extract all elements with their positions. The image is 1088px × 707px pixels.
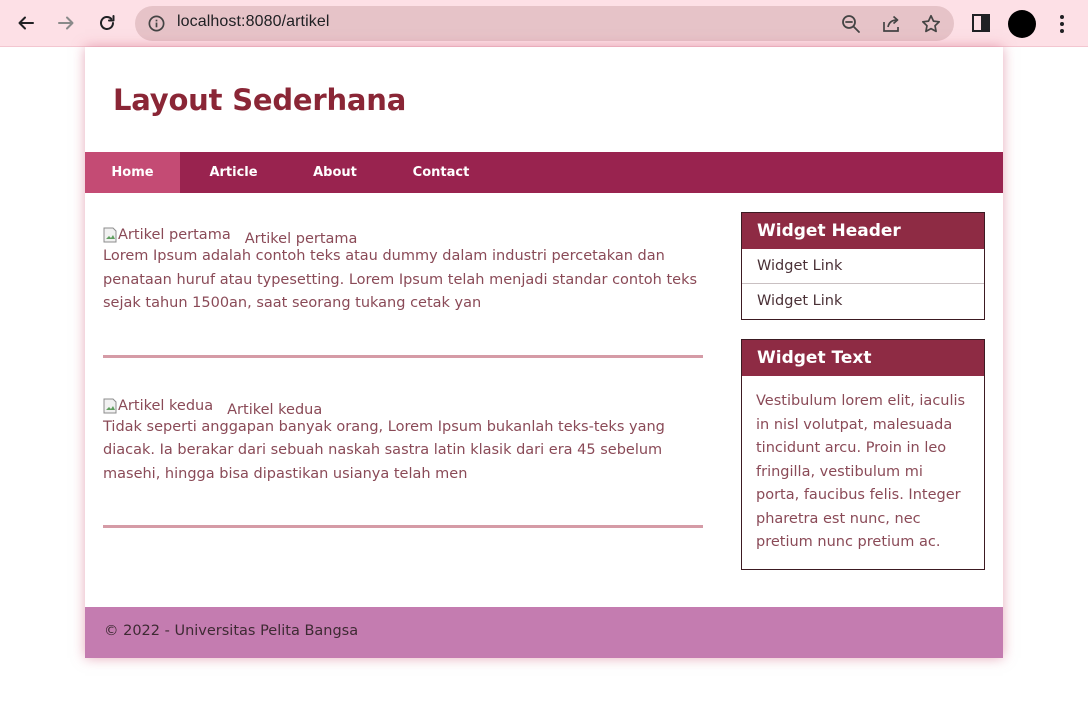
article-image-alt: Artikel kedua [118,397,214,414]
browser-toolbar: localhost:8080/artikel [0,0,1088,47]
share-icon[interactable] [880,13,902,35]
widget-link[interactable]: Widget Link [742,249,984,284]
widget-text-box: Widget Text Vestibulum lorem elit, iacul… [741,339,985,570]
address-bar[interactable]: localhost:8080/artikel [135,6,954,41]
footer-text: © 2022 - Universitas Pelita Bangsa [104,623,359,639]
forward-icon[interactable] [52,9,80,37]
article-image-alt: Artikel pertama [118,227,231,243]
info-icon[interactable] [147,14,166,33]
sidebar: Widget Header Widget Link Widget Link Wi… [741,212,985,589]
nav-item-article[interactable]: Article [180,152,287,193]
widget-text-body: Vestibulum lorem elit, iaculis in nisl v… [756,393,966,550]
article-body: Lorem Ipsum adalah contoh teks atau dumm… [103,248,698,311]
article-item: Artikel pertama Artikel pertama Lorem Ip… [103,225,703,316]
widget-title: Widget Header [742,213,984,249]
nav-item-about[interactable]: About [287,152,383,193]
zoom-out-icon[interactable] [840,13,862,35]
main-nav: Home Article About Contact [85,152,1003,193]
star-icon[interactable] [920,13,942,35]
article-image: Artikel kedua [103,396,213,416]
back-icon[interactable] [12,9,40,37]
reload-icon[interactable] [93,9,121,37]
article-body: Tidak seperti anggapan banyak orang, Lor… [103,418,665,482]
site-title: Layout Sederhana [113,83,407,117]
main-content: Artikel pertama Artikel pertama Lorem Ip… [103,225,703,528]
widget-header-box: Widget Header Widget Link Widget Link [741,212,985,320]
broken-image-icon [103,227,117,243]
widget-link[interactable]: Widget Link [742,284,984,319]
nav-item-home[interactable]: Home [85,152,180,193]
profile-avatar[interactable] [1008,10,1036,38]
more-icon[interactable] [1054,12,1070,36]
widget-title: Widget Text [742,340,984,376]
article-image: Artikel pertama [103,225,231,245]
article-divider [103,525,703,528]
url-text[interactable]: localhost:8080/artikel [177,13,330,31]
site-header: Layout Sederhana [85,47,1003,152]
article-item: Artikel kedua Artikel kedua Tidak sepert… [103,396,703,487]
page-container: Layout Sederhana Home Article About Cont… [85,47,1003,658]
broken-image-icon [103,398,117,413]
side-panel-icon[interactable] [970,12,992,34]
article-divider [103,354,703,358]
nav-item-contact[interactable]: Contact [383,152,499,193]
site-footer: © 2022 - Universitas Pelita Bangsa [85,607,1003,658]
